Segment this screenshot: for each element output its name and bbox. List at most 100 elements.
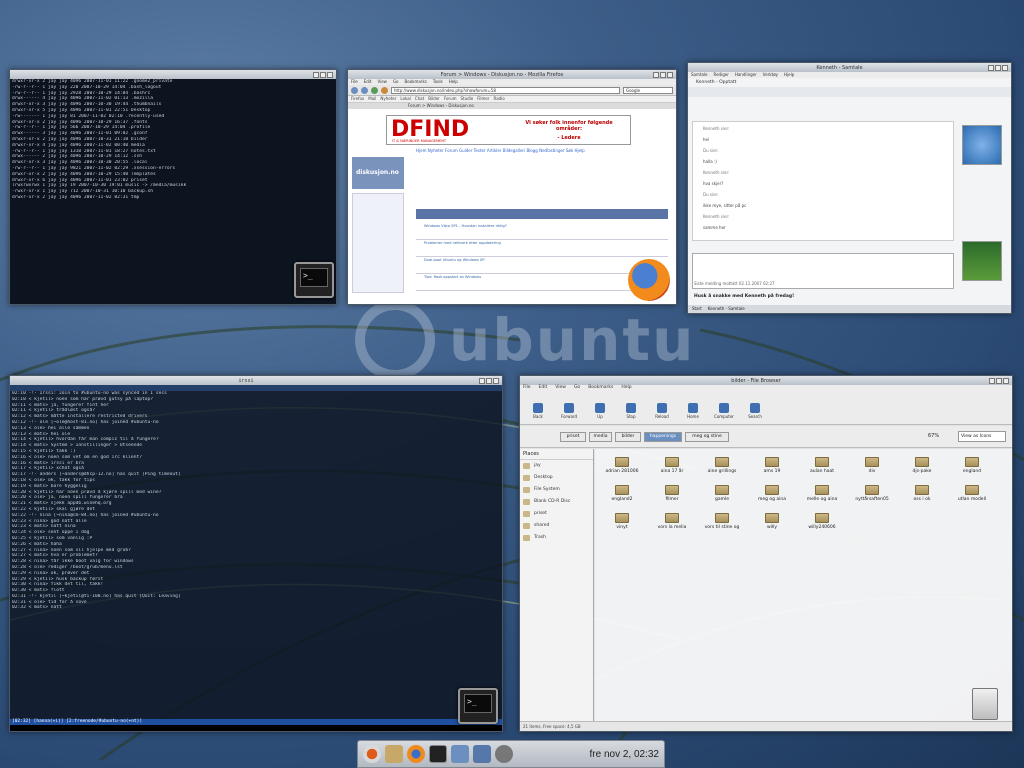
irc-input[interactable] <box>10 725 502 731</box>
toolbar-button-forward[interactable]: Forward <box>555 403 583 419</box>
panel-clock[interactable]: fre nov 2, 02:32 <box>590 749 660 760</box>
bottom-panel[interactable]: fre nov 2, 02:32 <box>357 740 665 768</box>
network-icon[interactable] <box>451 745 469 763</box>
location-bar[interactable]: priset media bilder happenings meg og stine … <box>520 426 1012 448</box>
bookmark-item[interactable]: Firefox <box>351 96 364 102</box>
folder-item[interactable]: meg og aina <box>749 485 795 502</box>
taskbar-item[interactable]: Start <box>692 305 702 313</box>
folder-item[interactable]: vors la melia <box>649 513 695 530</box>
places-item[interactable]: jay <box>520 460 593 472</box>
folder-item[interactable]: div <box>849 457 895 474</box>
terminal-launcher-icon[interactable] <box>429 745 447 763</box>
window-controls[interactable] <box>989 377 1009 384</box>
forum-row[interactable]: Problemer med nettverk etter oppdatering <box>416 241 668 257</box>
close-button[interactable] <box>327 71 333 78</box>
menu-item[interactable]: Edit <box>539 385 548 393</box>
places-item[interactable]: shared <box>520 520 593 532</box>
volume-icon[interactable] <box>495 745 513 763</box>
window-controls[interactable] <box>313 71 333 78</box>
bookmark-item[interactable]: Filmer <box>477 96 489 102</box>
folder-item[interactable]: ams 19 <box>749 457 795 474</box>
file-browser-window[interactable]: bilder - File Browser File Edit View Go Book… <box>519 375 1013 732</box>
forum-row[interactable]: Windows Vista SP1 - Hvordan installere r… <box>416 224 668 240</box>
file-browser-menubar[interactable]: File Edit View Go Bookmarks Help <box>520 385 1012 393</box>
minimize-button[interactable] <box>653 71 659 78</box>
bookmark-item[interactable]: Radio <box>494 96 505 102</box>
tab-diskusjon[interactable]: Forum > Windows - Diskusjon.no <box>408 103 474 108</box>
irc-titlebar[interactable]: irssi <box>10 376 502 385</box>
folder-item[interactable]: vinyt <box>599 513 645 530</box>
file-icon-view[interactable]: adrian 281006 aina 17 år aine grillings ams… <box>595 449 1012 721</box>
irc-terminal-window[interactable]: irssi 02:10 -!- Irssi: Join to #ubuntu-n… <box>9 375 503 732</box>
menu-item[interactable]: Go <box>574 385 580 393</box>
menu-item[interactable]: File <box>523 385 531 393</box>
minimize-button[interactable] <box>479 377 485 384</box>
close-button[interactable] <box>1002 64 1008 71</box>
terminal-window-top[interactable]: drwxr-xr-x 2 jay jay 4096 2007-11-01 11:… <box>9 69 337 305</box>
file-browser-titlebar[interactable]: bilder - File Browser <box>520 376 1012 385</box>
bookmarks-toolbar[interactable]: Firefox Mail Nyheter Lokal Chat Bilder Forum St… <box>348 96 676 103</box>
firefox-navbar[interactable]: http://www.diskusjon.no/index.php?showfo… <box>348 85 676 96</box>
url-bar[interactable]: http://www.diskusjon.no/index.php?showfo… <box>391 86 620 94</box>
menu-item[interactable]: Tools <box>433 79 443 85</box>
menu-item[interactable]: View <box>555 385 566 393</box>
menu-item[interactable]: Rediger <box>713 72 728 78</box>
toolbar-button-reload[interactable]: Reload <box>648 403 676 419</box>
reload-icon[interactable] <box>371 86 378 94</box>
bookmark-item[interactable]: Mail <box>368 96 376 102</box>
path-crumb[interactable]: priset <box>560 432 586 442</box>
window-controls[interactable] <box>988 64 1008 71</box>
places-item[interactable]: priset <box>520 508 593 520</box>
maximize-button[interactable] <box>320 71 326 78</box>
close-button[interactable] <box>667 71 673 78</box>
browser-launcher-icon[interactable] <box>407 745 425 763</box>
toolbar-button-computer[interactable]: Computer <box>710 403 738 419</box>
bookmark-item[interactable]: Lokal <box>400 96 410 102</box>
chat-taskbar[interactable]: Start Kenneth - Samtale <box>688 305 1011 313</box>
folder-item[interactable]: willy <box>749 513 795 530</box>
menu-item[interactable]: Hjelp <box>784 72 794 78</box>
places-item[interactable]: File System <box>520 484 593 496</box>
view-mode-select[interactable]: View as Icons <box>958 431 1006 442</box>
menu-item[interactable]: Edit <box>364 79 372 85</box>
places-item[interactable]: Trash <box>520 532 593 544</box>
path-crumb[interactable]: bilder <box>615 432 641 442</box>
toolbar-button-search[interactable]: Search <box>741 403 769 419</box>
firefox-titlebar[interactable]: Forum > Windows - Diskusjon.no - Mozilla… <box>348 70 676 79</box>
close-button[interactable] <box>1003 377 1009 384</box>
folder-item[interactable]: utlan modell <box>949 485 995 502</box>
folder-item[interactable]: gamle <box>699 485 745 502</box>
menu-item[interactable]: Help <box>449 79 458 85</box>
folder-item[interactable]: nyttårsaften05 <box>849 485 895 502</box>
folder-item[interactable]: aulan haat <box>799 457 845 474</box>
bookmark-item[interactable]: Chat <box>415 96 424 102</box>
path-crumb[interactable]: media <box>589 432 612 442</box>
toolbar-button-up[interactable]: Up <box>586 403 614 419</box>
search-box[interactable]: Google <box>623 86 673 94</box>
bookmark-item[interactable]: Nyheter <box>380 96 396 102</box>
folder-item[interactable]: filmer <box>649 485 695 502</box>
folder-item[interactable]: willy240606 <box>799 513 845 530</box>
menu-item[interactable]: View <box>377 79 387 85</box>
file-browser-toolbar[interactable]: File Edit View Go Bookmarks Help Back Forward U… <box>520 385 1012 425</box>
maximize-button[interactable] <box>660 71 666 78</box>
folder-item[interactable]: aine grillings <box>699 457 745 474</box>
window-controls[interactable] <box>479 377 499 384</box>
login-box[interactable] <box>352 193 404 293</box>
menu-item[interactable]: Help <box>621 385 631 393</box>
home-icon[interactable] <box>381 86 388 94</box>
bookmark-item[interactable]: Studie <box>461 96 474 102</box>
bookmark-item[interactable]: Forum <box>444 96 457 102</box>
menu-item[interactable]: Verktøy <box>763 72 778 78</box>
minimize-button[interactable] <box>313 71 319 78</box>
menu-item[interactable]: Handlinger <box>735 72 757 78</box>
folder-item[interactable]: djs-pake <box>899 457 945 474</box>
bookmark-item[interactable]: Bilder <box>428 96 440 102</box>
firefox-window[interactable]: Forum > Windows - Diskusjon.no - Mozilla… <box>347 69 677 305</box>
toolbar-button-home[interactable]: Home <box>679 403 707 419</box>
forward-icon[interactable] <box>361 86 368 94</box>
back-icon[interactable] <box>351 86 358 94</box>
path-crumb[interactable]: happenings <box>644 432 682 442</box>
toolbar-button-back[interactable]: Back <box>524 403 552 419</box>
dfind-banner[interactable]: DFIND IT & NÆRINGER MANAGEMENT Vi søker … <box>386 115 631 145</box>
